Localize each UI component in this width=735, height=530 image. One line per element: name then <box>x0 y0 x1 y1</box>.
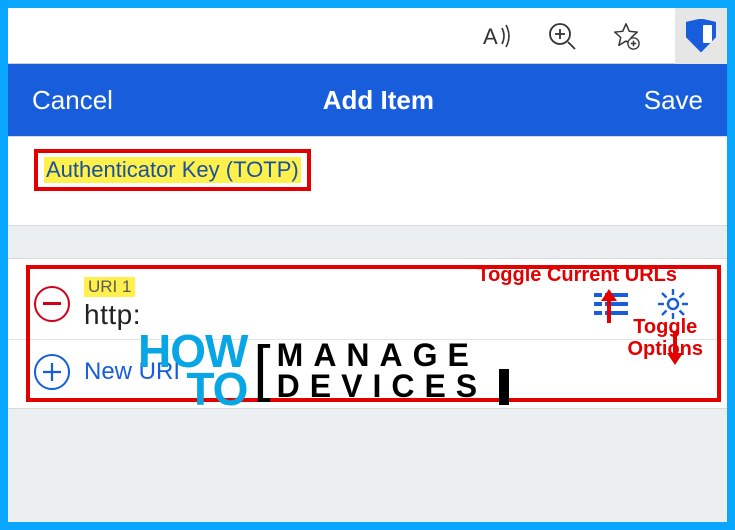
cancel-button[interactable]: Cancel <box>32 85 113 116</box>
extension-button[interactable] <box>675 8 727 64</box>
uri-field-input[interactable]: http: <box>84 299 141 331</box>
zoom-icon[interactable] <box>547 21 577 51</box>
app-frame: A Cancel Add It <box>0 0 735 530</box>
save-button[interactable]: Save <box>644 85 703 116</box>
totp-field-label[interactable]: Authenticator Key (TOTP) <box>44 157 301 183</box>
remove-uri-button[interactable] <box>34 286 70 322</box>
uri-options-gear-icon[interactable] <box>655 286 691 322</box>
page-title: Add Item <box>323 85 434 116</box>
browser-toolbar: A <box>8 8 727 64</box>
annotation-box-totp: Authenticator Key (TOTP) <box>34 149 311 191</box>
bitwarden-shield-icon <box>686 19 716 53</box>
svg-text:A: A <box>483 24 498 49</box>
toggle-current-urls-icon[interactable] <box>593 286 629 322</box>
uri-field-label: URI 1 <box>84 277 135 297</box>
totp-field-block: Authenticator Key (TOTP) <box>8 136 727 226</box>
app-header: Cancel Add Item Save <box>8 64 727 136</box>
read-aloud-icon[interactable]: A <box>483 21 513 51</box>
new-uri-row[interactable]: New URI <box>8 339 727 408</box>
uri-row: URI 1 http: <box>8 259 727 339</box>
uri-section: URI 1 http: <box>8 258 727 409</box>
new-uri-label: New URI <box>84 358 180 386</box>
favorites-icon[interactable] <box>611 21 641 51</box>
plus-icon <box>34 354 70 390</box>
